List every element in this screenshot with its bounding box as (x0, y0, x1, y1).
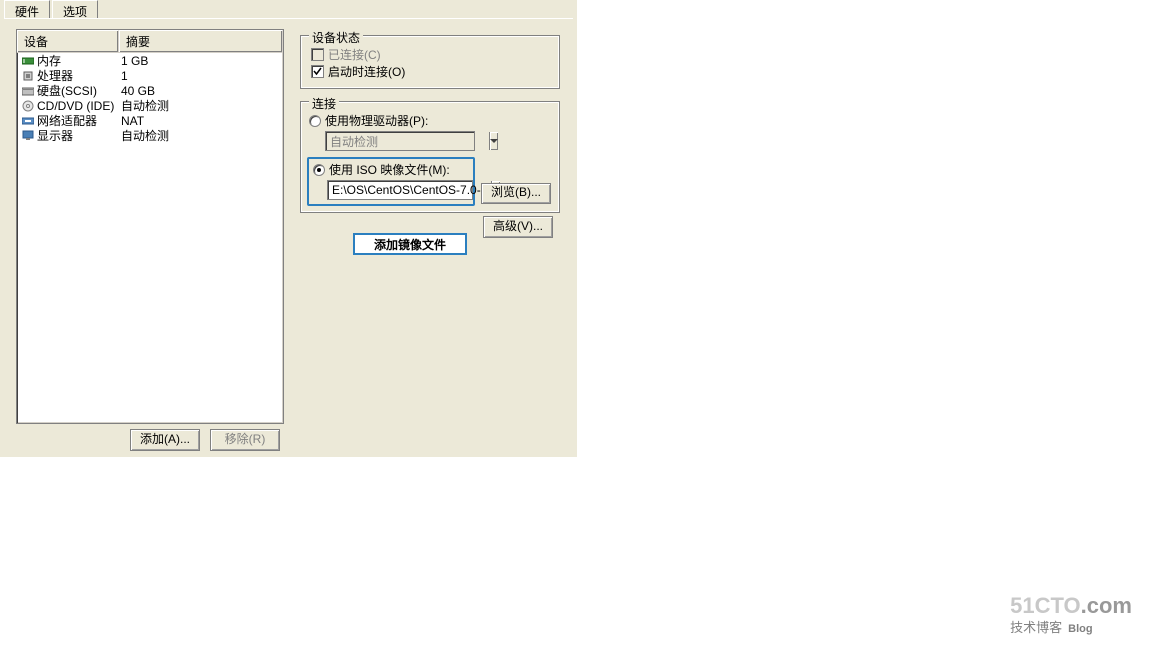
row-cddvd[interactable]: CD/DVD (IDE) 自动检测 (17, 98, 283, 113)
row-harddisk[interactable]: 硬盘(SCSI) 40 GB (17, 83, 283, 98)
summary-label: 40 GB (119, 84, 283, 98)
remove-button: 移除(R) (210, 429, 280, 451)
memory-icon (21, 56, 35, 66)
fieldset-connection: 连接 使用物理驱动器(P): 使用 ISO 映像文件(M): (300, 101, 560, 213)
advanced-button[interactable]: 高级(V)... (483, 216, 553, 238)
radio-physical[interactable] (309, 115, 321, 127)
hardware-list: 设备 摘要 内存 1 GB 处理器 1 硬盘(SCSI) 40 GB (16, 29, 284, 424)
tab-content: 设备 摘要 内存 1 GB 处理器 1 硬盘(SCSI) 40 GB (4, 18, 573, 453)
checkbox-connected (311, 48, 324, 61)
device-label: CD/DVD (IDE) (35, 99, 119, 113)
vm-settings-dialog: 硬件 选项 设备 摘要 内存 1 GB 处理器 1 (0, 0, 577, 457)
device-label: 硬盘(SCSI) (35, 82, 119, 99)
label-iso: 使用 ISO 映像文件(M): (329, 161, 450, 178)
label-connect-on-start: 启动时连接(O) (328, 63, 405, 80)
row-display[interactable]: 显示器 自动检测 (17, 128, 283, 143)
chevron-down-icon (489, 132, 498, 150)
radio-iso[interactable] (313, 164, 325, 176)
watermark-sub: 技术博客Blog (1010, 617, 1132, 636)
tab-bar: 硬件 选项 (4, 0, 100, 19)
device-label: 显示器 (35, 127, 119, 144)
legend-connection: 连接 (309, 95, 339, 112)
list-rows: 内存 1 GB 处理器 1 硬盘(SCSI) 40 GB CD/DVD (IDE… (17, 53, 283, 143)
combo-iso-file[interactable] (327, 180, 473, 200)
legend-status: 设备状态 (309, 29, 363, 46)
harddisk-icon (21, 86, 35, 96)
summary-label: 1 GB (119, 54, 283, 68)
iso-path-input[interactable] (328, 181, 491, 199)
list-buttons: 添加(A)... 移除(R) (16, 429, 284, 451)
add-button[interactable]: 添加(A)... (130, 429, 200, 451)
checkbox-connect-on-start[interactable] (311, 65, 324, 78)
watermark: 51CTO.com 技术博客Blog (1010, 595, 1132, 636)
label-connected: 已连接(C) (328, 46, 381, 63)
processor-icon (21, 70, 35, 82)
label-physical: 使用物理驱动器(P): (325, 112, 428, 129)
summary-label: 自动检测 (119, 97, 283, 114)
row-network[interactable]: 网络适配器 NAT (17, 113, 283, 128)
fieldset-device-status: 设备状态 已连接(C) 启动时连接(O) (300, 35, 560, 89)
tab-hardware[interactable]: 硬件 (4, 0, 50, 19)
summary-label: 自动检测 (119, 127, 283, 144)
physical-value (326, 132, 489, 150)
callout-add-iso: 添加镜像文件 (353, 233, 467, 255)
summary-label: NAT (119, 114, 283, 128)
watermark-logo: 51CTO.com (1010, 595, 1132, 617)
iso-highlight: 使用 ISO 映像文件(M): (307, 157, 475, 206)
tab-options[interactable]: 选项 (52, 0, 98, 19)
row-memory[interactable]: 内存 1 GB (17, 53, 283, 68)
display-icon (21, 130, 35, 141)
combo-physical-drive (325, 131, 475, 151)
header-device[interactable]: 设备 (17, 30, 119, 52)
network-icon (21, 116, 35, 126)
header-summary[interactable]: 摘要 (119, 30, 283, 52)
browse-button[interactable]: 浏览(B)... (481, 183, 551, 204)
cddvd-icon (21, 100, 35, 112)
list-header: 设备 摘要 (17, 30, 283, 53)
row-processor[interactable]: 处理器 1 (17, 68, 283, 83)
summary-label: 1 (119, 69, 283, 83)
